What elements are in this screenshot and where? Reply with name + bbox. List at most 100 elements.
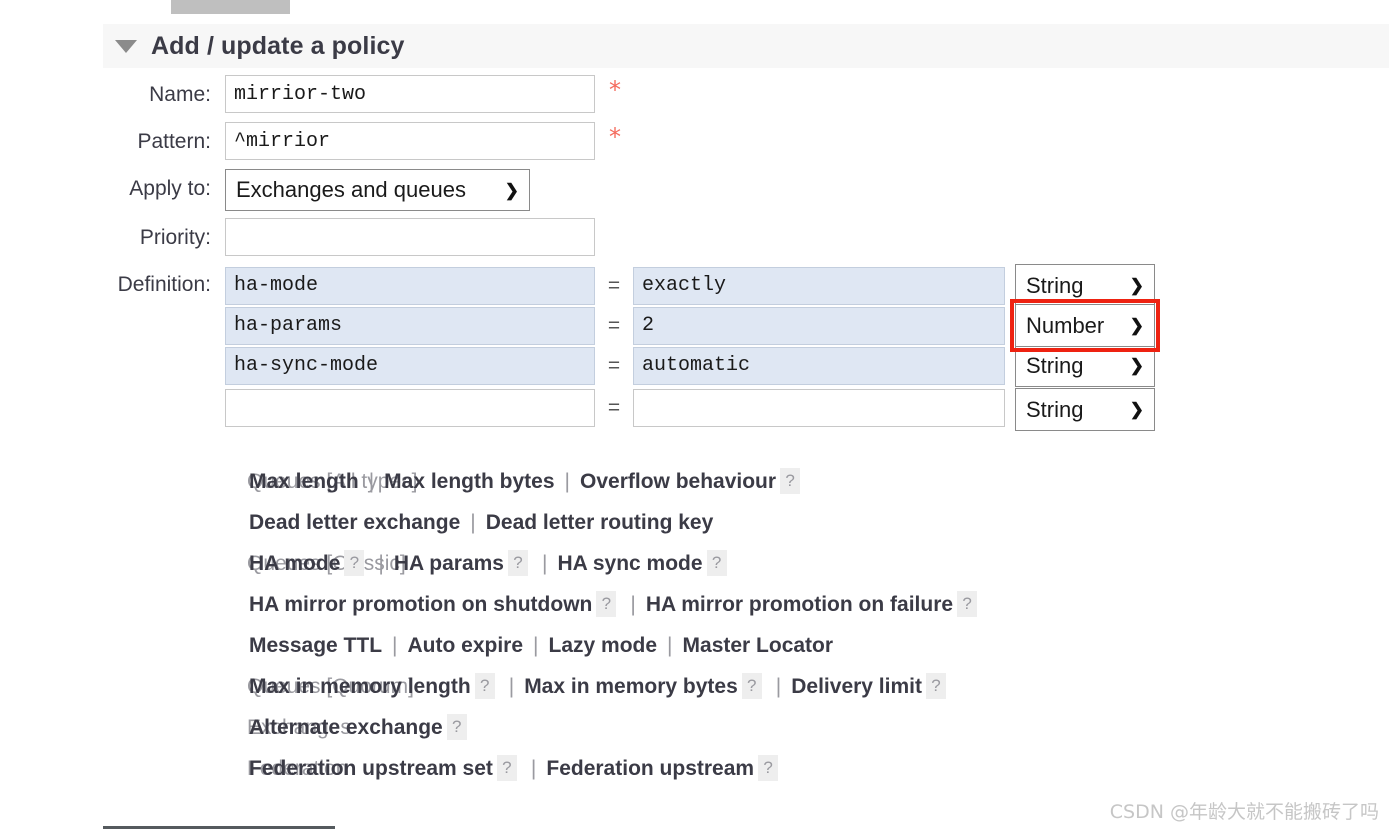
definition-value-input[interactable] <box>633 388 1005 427</box>
shortcut-link[interactable]: Lazy mode <box>549 634 658 657</box>
priority-input[interactable] <box>225 218 595 256</box>
shortcut-link[interactable]: Message TTL <box>249 634 382 657</box>
shortcut-links-group: Federation upstream set? | Federation upst… <box>249 749 782 790</box>
help-icon[interactable]: ? <box>344 550 365 576</box>
pattern-required-marker: * <box>609 123 621 151</box>
link-separator: | <box>630 593 636 616</box>
help-icon[interactable]: ? <box>925 673 946 699</box>
shortcut-link[interactable]: Max length <box>249 470 359 493</box>
name-label: Name: <box>149 83 211 106</box>
help-icon[interactable]: ? <box>957 591 978 617</box>
definition-row: ha-params = 2 Number ❯ <box>225 299 1160 352</box>
shortcut-link[interactable]: Max in memory bytes <box>524 675 738 698</box>
shortcut-link[interactable]: HA mirror promotion on failure <box>646 593 953 616</box>
shortcut-link[interactable]: HA mirror promotion on shutdown <box>249 593 592 616</box>
definition-grid: ha-mode = exactly String ❯ ha-params = 2 Number ❯… <box>225 264 1160 431</box>
shortcut-link[interactable]: Alternate exchange <box>249 716 443 739</box>
shortcut-category-row: Queues [Quorum] Max in memory length? | Max… <box>0 667 1389 708</box>
link-separator: | <box>530 757 537 780</box>
shortcut-links-group: Max length | Max length bytes | Overflow beh… <box>249 462 804 544</box>
shortcut-link[interactable]: Auto expire <box>408 634 524 657</box>
help-icon[interactable]: ? <box>706 550 727 576</box>
equals-sign: = <box>607 353 621 377</box>
definition-type-select[interactable]: String ❯ <box>1015 264 1155 307</box>
link-separator: | <box>392 634 398 657</box>
shortcut-category-row: Federation Federation upstream set? | Feder… <box>0 749 1389 790</box>
shortcut-link[interactable]: HA params <box>394 552 504 575</box>
definition-type-value: String <box>1026 272 1084 298</box>
definition-key-input[interactable] <box>225 388 595 427</box>
equals-sign: = <box>607 273 621 297</box>
section-header[interactable]: Add / update a policy <box>103 24 1389 68</box>
help-icon[interactable]: ? <box>507 550 528 576</box>
shortcut-links-line: HA mode? | HA params? | HA sync mode? <box>249 544 981 585</box>
shortcut-link[interactable]: Federation upstream set <box>249 757 493 780</box>
shortcut-links-line: Max in memory length? | Max in memory byte… <box>249 667 950 708</box>
definition-key-input[interactable]: ha-params <box>225 306 595 345</box>
shortcut-links-line: Dead letter exchange | Dead letter routing… <box>249 503 804 544</box>
shortcut-links-group: Alternate exchange? <box>249 708 471 749</box>
definition-value-input[interactable]: exactly <box>633 266 1005 305</box>
shortcut-category-row: Queues [Classic] HA mode? | HA params? | HA s… <box>0 544 1389 667</box>
watermark: CSDN @年龄大就不能搬砖了吗 <box>1109 801 1379 823</box>
policy-form: Name: * Pattern: * Apply to: Exchanges a… <box>0 75 1389 436</box>
pattern-input[interactable] <box>225 122 595 160</box>
chevron-down-icon: ❯ <box>1129 276 1144 295</box>
equals-sign: = <box>607 395 621 419</box>
help-icon[interactable]: ? <box>780 468 801 494</box>
priority-label: Priority: <box>139 226 211 249</box>
shortcut-category-label: Queues [Classic] <box>247 552 406 575</box>
chevron-down-icon: ❯ <box>1129 356 1144 375</box>
shortcut-link[interactable]: Master Locator <box>683 634 834 657</box>
definition-value-input[interactable]: 2 <box>633 306 1005 345</box>
chevron-down-icon: ❯ <box>1129 316 1144 335</box>
triangle-down-icon[interactable] <box>115 39 137 53</box>
definition-type-select[interactable]: String ❯ <box>1015 388 1155 431</box>
definition-shortcuts: Queues [All types] Max length | Max length … <box>0 462 1389 790</box>
tab-stub <box>171 0 290 14</box>
definition-value-input[interactable]: automatic <box>633 346 1005 385</box>
help-icon[interactable]: ? <box>758 755 779 781</box>
definition-type-select[interactable]: Number ❯ <box>1010 299 1160 352</box>
shortcut-category-row: Queues [All types] Max length | Max length … <box>0 462 1389 544</box>
shortcut-link[interactable]: Max length bytes <box>384 470 554 493</box>
definition-type-select[interactable]: String ❯ <box>1015 344 1155 387</box>
chevron-down-icon: ❯ <box>1129 400 1144 419</box>
shortcut-link[interactable]: Overflow behaviour <box>580 470 776 493</box>
help-icon[interactable]: ? <box>446 714 467 740</box>
equals-sign: = <box>607 313 621 337</box>
shortcut-links-line: Alternate exchange? <box>249 708 471 749</box>
help-icon[interactable]: ? <box>596 591 617 617</box>
link-separator: | <box>533 634 539 657</box>
shortcut-link[interactable]: HA sync mode <box>557 552 702 575</box>
name-input[interactable] <box>225 75 595 113</box>
shortcut-link[interactable]: HA mode <box>249 552 340 575</box>
link-separator: | <box>508 675 515 698</box>
pattern-label: Pattern: <box>137 130 211 153</box>
help-icon[interactable]: ? <box>741 673 762 699</box>
shortcut-links-line: Federation upstream set? | Federation upst… <box>249 749 782 790</box>
link-separator: | <box>470 511 476 534</box>
help-icon[interactable]: ? <box>496 755 517 781</box>
apply-to-select[interactable]: Exchanges and queues ❯ <box>225 169 530 211</box>
form-row-priority: Priority: <box>0 218 1389 258</box>
form-row-pattern: Pattern: * <box>0 122 1389 162</box>
shortcut-link[interactable]: Delivery limit <box>791 675 922 698</box>
shortcut-category-label: Queues [Quorum] <box>247 675 414 698</box>
definition-type-value: String <box>1026 396 1084 422</box>
shortcut-category-label: Queues [All types] <box>247 470 418 493</box>
chevron-down-icon: ❯ <box>504 180 519 200</box>
help-icon[interactable]: ? <box>474 673 495 699</box>
link-separator: | <box>541 552 548 575</box>
shortcut-link[interactable]: Dead letter exchange <box>249 511 460 534</box>
shortcut-link[interactable]: Dead letter routing key <box>486 511 714 534</box>
definition-row: ha-sync-mode = automatic String ❯ <box>225 344 1155 387</box>
shortcut-category-row: Exchanges Alternate exchange? <box>0 708 1389 749</box>
shortcut-link[interactable]: Federation upstream <box>546 757 754 780</box>
link-separator: | <box>378 552 384 575</box>
shortcut-links-group: HA mode? | HA params? | HA sync mode? HA mirr… <box>249 544 981 667</box>
shortcut-links-group: Max in memory length? | Max in memory byte… <box>249 667 950 708</box>
definition-key-input[interactable]: ha-mode <box>225 266 595 305</box>
shortcut-link[interactable]: Max in memory length <box>249 675 471 698</box>
definition-key-input[interactable]: ha-sync-mode <box>225 346 595 385</box>
